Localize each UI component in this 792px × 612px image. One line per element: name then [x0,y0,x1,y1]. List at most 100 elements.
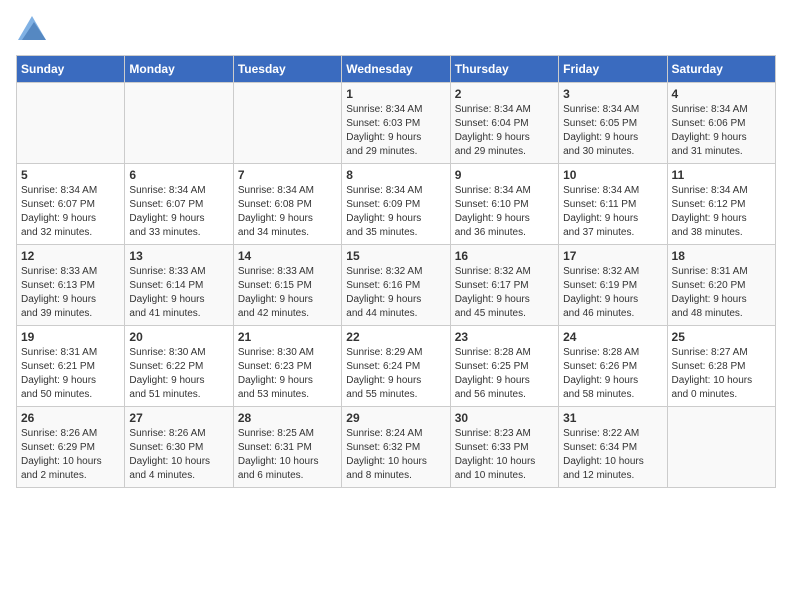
day-info: Sunrise: 8:34 AM Sunset: 6:06 PM Dayligh… [672,103,771,159]
calendar-cell: 4 Sunrise: 8:34 AM Sunset: 6:06 PM Daylig… [667,83,775,164]
day-info: Sunrise: 8:34 AM Sunset: 6:10 PM Dayligh… [455,184,554,240]
calendar-cell: 15Sunrise: 8:32 AM Sunset: 6:16 PM Dayli… [342,245,450,326]
day-number: 6 [129,168,228,182]
calendar-cell: 2 Sunrise: 8:34 AM Sunset: 6:04 PM Daylig… [450,83,558,164]
calendar-cell: 13Sunrise: 8:33 AM Sunset: 6:14 PM Dayli… [125,245,233,326]
day-info: Sunrise: 8:22 AM Sunset: 6:34 PM Dayligh… [563,427,662,483]
day-info: Sunrise: 8:34 AM Sunset: 6:09 PM Dayligh… [346,184,445,240]
day-number: 12 [21,249,120,263]
day-number: 7 [238,168,337,182]
day-info: Sunrise: 8:24 AM Sunset: 6:32 PM Dayligh… [346,427,445,483]
day-number: 29 [346,411,445,425]
day-number: 25 [672,330,771,344]
day-info: Sunrise: 8:26 AM Sunset: 6:29 PM Dayligh… [21,427,120,483]
calendar-cell: 9 Sunrise: 8:34 AM Sunset: 6:10 PM Daylig… [450,164,558,245]
day-info: Sunrise: 8:31 AM Sunset: 6:21 PM Dayligh… [21,346,120,402]
day-number: 2 [455,87,554,101]
calendar-cell: 12Sunrise: 8:33 AM Sunset: 6:13 PM Dayli… [17,245,125,326]
calendar-cell [667,407,775,488]
day-number: 19 [21,330,120,344]
calendar-week-row: 12Sunrise: 8:33 AM Sunset: 6:13 PM Dayli… [17,245,776,326]
day-number: 8 [346,168,445,182]
calendar-cell: 11 Sunrise: 8:34 AM Sunset: 6:12 PM Dayli… [667,164,775,245]
day-info: Sunrise: 8:30 AM Sunset: 6:23 PM Dayligh… [238,346,337,402]
day-number: 3 [563,87,662,101]
day-info: Sunrise: 8:34 AM Sunset: 6:04 PM Dayligh… [455,103,554,159]
day-info: Sunrise: 8:26 AM Sunset: 6:30 PM Dayligh… [129,427,228,483]
calendar-cell: 7Sunrise: 8:34 AM Sunset: 6:08 PM Daylig… [233,164,341,245]
day-number: 1 [346,87,445,101]
calendar-header-row: SundayMondayTuesdayWednesdayThursdayFrid… [17,56,776,83]
calendar-cell: 5 Sunrise: 8:34 AM Sunset: 6:07 PM Daylig… [17,164,125,245]
day-number: 24 [563,330,662,344]
day-number: 15 [346,249,445,263]
day-info: Sunrise: 8:25 AM Sunset: 6:31 PM Dayligh… [238,427,337,483]
day-info: Sunrise: 8:27 AM Sunset: 6:28 PM Dayligh… [672,346,771,402]
calendar-week-row: 5 Sunrise: 8:34 AM Sunset: 6:07 PM Daylig… [17,164,776,245]
calendar-cell [233,83,341,164]
day-info: Sunrise: 8:28 AM Sunset: 6:25 PM Dayligh… [455,346,554,402]
calendar-cell: 22Sunrise: 8:29 AM Sunset: 6:24 PM Dayli… [342,326,450,407]
calendar-cell: 21Sunrise: 8:30 AM Sunset: 6:23 PM Dayli… [233,326,341,407]
day-info: Sunrise: 8:33 AM Sunset: 6:14 PM Dayligh… [129,265,228,321]
calendar-cell: 23 Sunrise: 8:28 AM Sunset: 6:25 PM Dayli… [450,326,558,407]
day-number: 10 [563,168,662,182]
day-info: Sunrise: 8:32 AM Sunset: 6:17 PM Dayligh… [455,265,554,321]
calendar-cell: 1 Sunrise: 8:34 AM Sunset: 6:03 PM Daylig… [342,83,450,164]
calendar-cell: 14 Sunrise: 8:33 AM Sunset: 6:15 PM Dayli… [233,245,341,326]
day-number: 16 [455,249,554,263]
column-header-wednesday: Wednesday [342,56,450,83]
day-number: 11 [672,168,771,182]
column-header-tuesday: Tuesday [233,56,341,83]
day-info: Sunrise: 8:31 AM Sunset: 6:20 PM Dayligh… [672,265,771,321]
calendar-cell: 30 Sunrise: 8:23 AM Sunset: 6:33 PM Dayli… [450,407,558,488]
calendar-cell [125,83,233,164]
day-info: Sunrise: 8:34 AM Sunset: 6:12 PM Dayligh… [672,184,771,240]
calendar-cell: 8 Sunrise: 8:34 AM Sunset: 6:09 PM Daylig… [342,164,450,245]
day-number: 5 [21,168,120,182]
column-header-sunday: Sunday [17,56,125,83]
day-number: 9 [455,168,554,182]
column-header-friday: Friday [559,56,667,83]
column-header-saturday: Saturday [667,56,775,83]
column-header-thursday: Thursday [450,56,558,83]
calendar-cell: 16 Sunrise: 8:32 AM Sunset: 6:17 PM Dayli… [450,245,558,326]
day-number: 20 [129,330,228,344]
day-info: Sunrise: 8:34 AM Sunset: 6:05 PM Dayligh… [563,103,662,159]
day-number: 17 [563,249,662,263]
day-info: Sunrise: 8:33 AM Sunset: 6:15 PM Dayligh… [238,265,337,321]
calendar-table: SundayMondayTuesdayWednesdayThursdayFrid… [16,55,776,488]
calendar-cell: 20 Sunrise: 8:30 AM Sunset: 6:22 PM Dayli… [125,326,233,407]
day-number: 27 [129,411,228,425]
day-number: 31 [563,411,662,425]
day-number: 22 [346,330,445,344]
calendar-cell: 6 Sunrise: 8:34 AM Sunset: 6:07 PM Daylig… [125,164,233,245]
calendar-cell [17,83,125,164]
calendar-week-row: 1 Sunrise: 8:34 AM Sunset: 6:03 PM Daylig… [17,83,776,164]
logo [16,16,46,45]
day-number: 26 [21,411,120,425]
calendar-cell: 29 Sunrise: 8:24 AM Sunset: 6:32 PM Dayli… [342,407,450,488]
day-number: 18 [672,249,771,263]
calendar-cell: 24 Sunrise: 8:28 AM Sunset: 6:26 PM Dayli… [559,326,667,407]
calendar-week-row: 26 Sunrise: 8:26 AM Sunset: 6:29 PM Dayli… [17,407,776,488]
day-number: 14 [238,249,337,263]
day-number: 23 [455,330,554,344]
day-info: Sunrise: 8:23 AM Sunset: 6:33 PM Dayligh… [455,427,554,483]
day-info: Sunrise: 8:34 AM Sunset: 6:03 PM Dayligh… [346,103,445,159]
day-info: Sunrise: 8:30 AM Sunset: 6:22 PM Dayligh… [129,346,228,402]
day-number: 28 [238,411,337,425]
page-header [16,16,776,45]
day-info: Sunrise: 8:34 AM Sunset: 6:07 PM Dayligh… [21,184,120,240]
calendar-cell: 18 Sunrise: 8:31 AM Sunset: 6:20 PM Dayli… [667,245,775,326]
logo-icon [18,16,46,40]
day-number: 4 [672,87,771,101]
calendar-cell: 25 Sunrise: 8:27 AM Sunset: 6:28 PM Dayli… [667,326,775,407]
calendar-cell: 17Sunrise: 8:32 AM Sunset: 6:19 PM Dayli… [559,245,667,326]
day-info: Sunrise: 8:28 AM Sunset: 6:26 PM Dayligh… [563,346,662,402]
calendar-cell: 31 Sunrise: 8:22 AM Sunset: 6:34 PM Dayli… [559,407,667,488]
calendar-week-row: 19 Sunrise: 8:31 AM Sunset: 6:21 PM Dayli… [17,326,776,407]
day-info: Sunrise: 8:34 AM Sunset: 6:07 PM Dayligh… [129,184,228,240]
day-number: 30 [455,411,554,425]
calendar-cell: 26 Sunrise: 8:26 AM Sunset: 6:29 PM Dayli… [17,407,125,488]
